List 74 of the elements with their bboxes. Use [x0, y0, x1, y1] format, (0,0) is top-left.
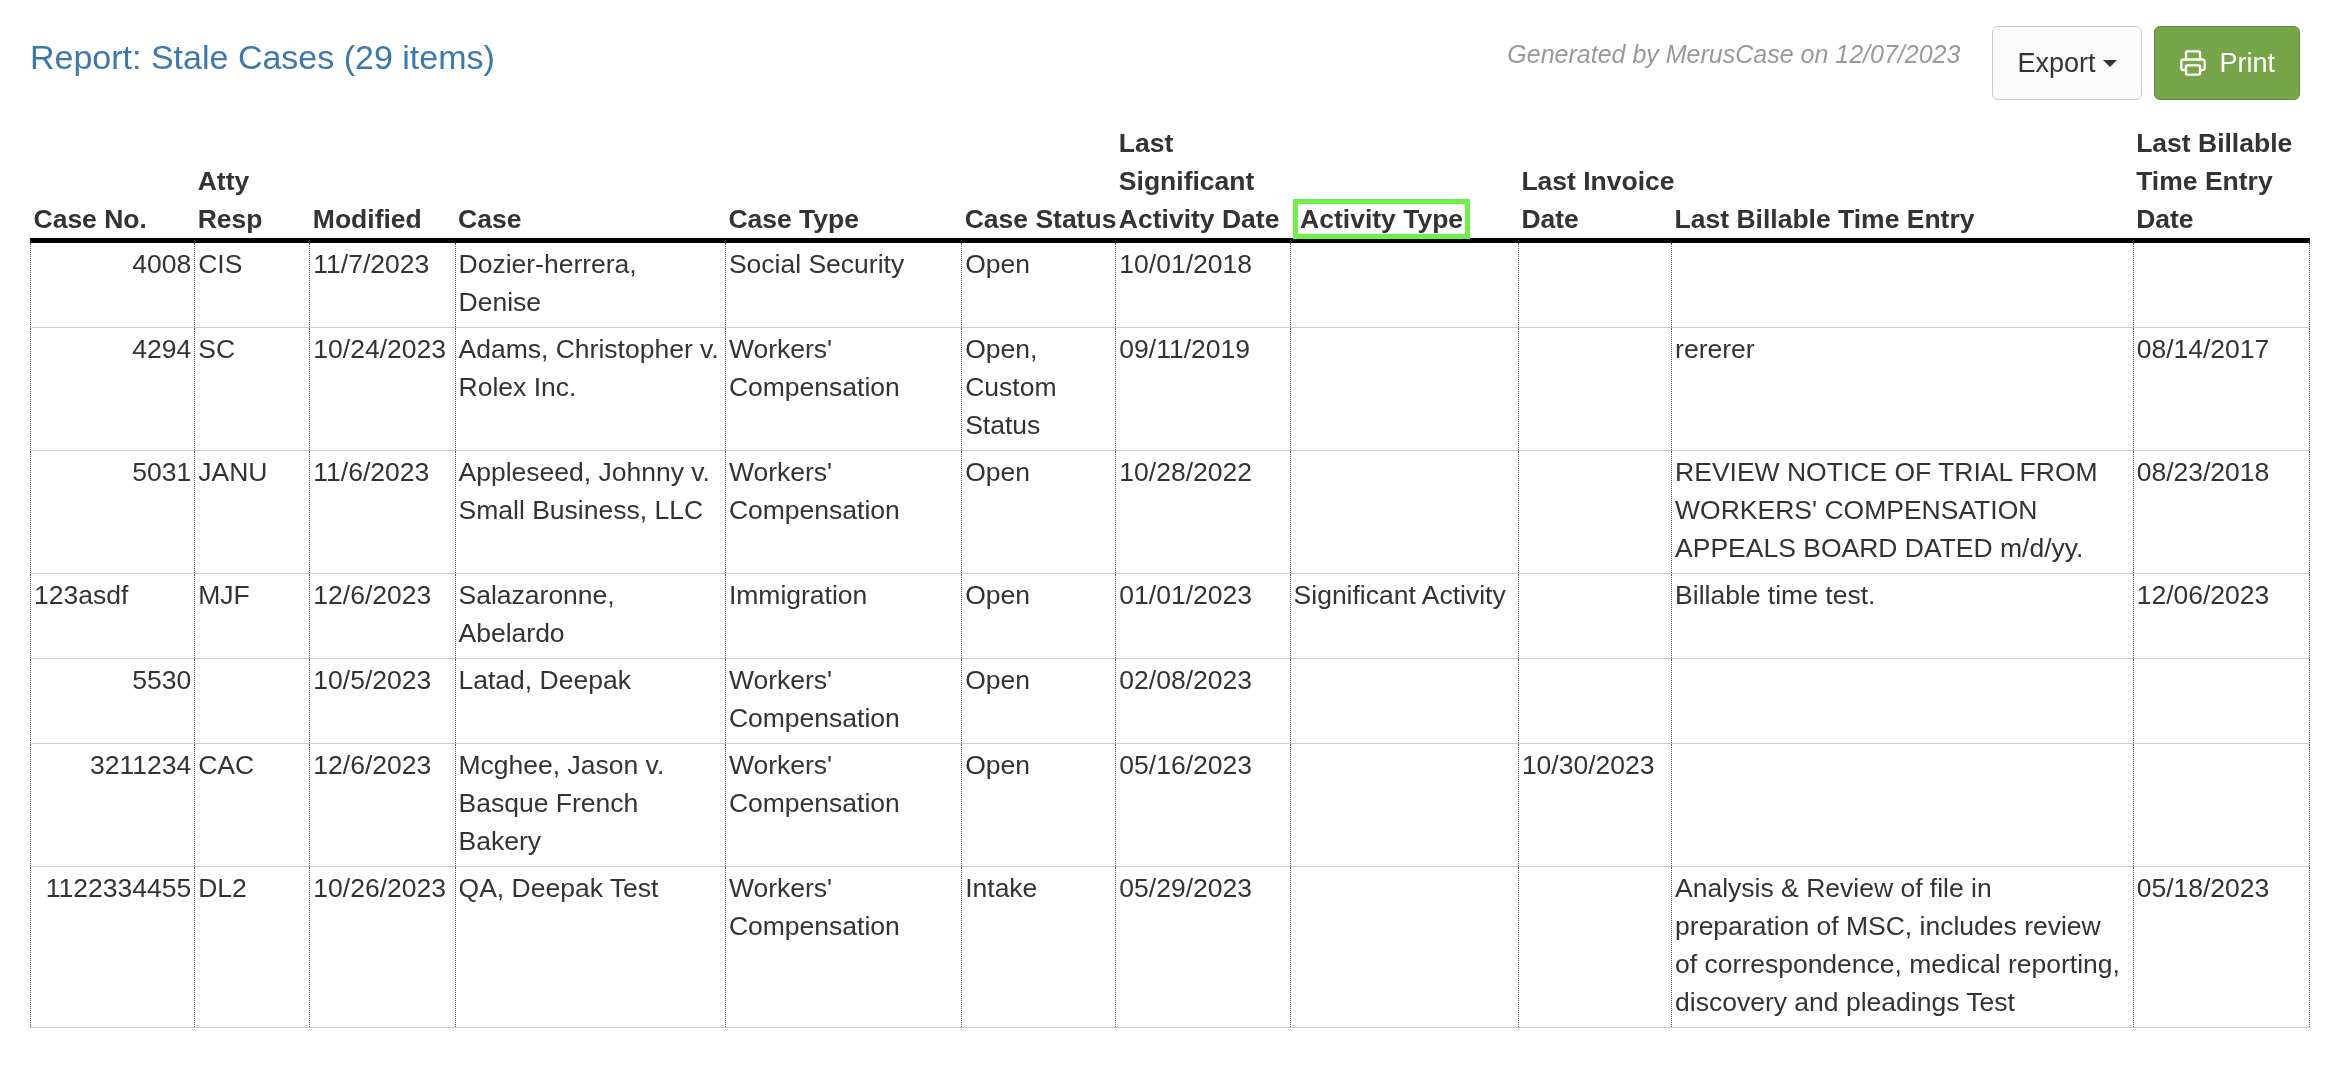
table-cell: 08/14/2017: [2133, 327, 2310, 451]
table-cell: DL2: [194, 866, 310, 1028]
table-cell: Social Security: [725, 240, 962, 328]
table-cell: MJF: [194, 573, 310, 659]
table-cell: 01/01/2023: [1115, 573, 1291, 659]
table-cell: 12/6/2023: [309, 573, 456, 659]
table-cell: 1122334455: [30, 866, 195, 1028]
table-cell: Mcghee, Jason v. Basque French Bakery: [455, 743, 726, 867]
table-cell: Workers' Compensation: [725, 327, 962, 451]
table-cell: Analysis & Review of file in preparation of MSC, includes review of correspondence, medical reporting, discovery and pleadings Test: [1671, 866, 2134, 1028]
table-cell: SC: [194, 327, 310, 451]
column-header: Modified: [312, 203, 422, 236]
generated-note: Generated by MerusCase on 12/07/2023: [1507, 39, 1961, 70]
table-cell: JANU: [194, 450, 310, 574]
column-header: Case No.: [33, 203, 147, 236]
table-cell: Workers' Compensation: [725, 743, 962, 867]
table-cell: 10/30/2023: [1518, 743, 1672, 867]
table-cell: 4008: [30, 240, 195, 328]
table-cell: 5031: [30, 450, 195, 574]
table-cell: Intake: [961, 866, 1116, 1028]
caret-icon: [2103, 59, 2118, 67]
table-cell: 10/01/2018: [1115, 240, 1291, 328]
table-cell: rererer: [1671, 327, 2134, 451]
table-cell: Adams, Christopher v. Rolex Inc.: [455, 327, 726, 451]
table-cell: Open: [961, 743, 1116, 867]
column-header: Last Invoice Date: [1521, 165, 1675, 236]
table-cell: 05/18/2023: [2133, 866, 2310, 1028]
column-header: Last Significant Activity Date: [1118, 127, 1280, 236]
column-header: Case Type: [728, 203, 859, 236]
table-cell: 08/23/2018: [2133, 450, 2310, 574]
table-cell: Workers' Compensation: [725, 658, 962, 744]
table-cell: CIS: [194, 240, 310, 328]
table-cell: 11/6/2023: [309, 450, 456, 574]
printer-icon: [2179, 49, 2208, 77]
table-cell: 10/26/2023: [309, 866, 456, 1028]
table-cell: 10/24/2023: [309, 327, 456, 451]
column-header: Case Status: [964, 203, 1117, 236]
column-header: Last Billable Time Entry: [1674, 203, 1975, 236]
table-cell: 123asdf: [30, 573, 195, 659]
table-cell: Workers' Compensation: [725, 450, 962, 574]
table-cell: QA, Deepak Test: [455, 866, 726, 1028]
table-cell: Latad, Deepak: [455, 658, 726, 744]
table-cell: CAC: [194, 743, 310, 867]
table-cell: Open: [961, 658, 1116, 744]
table-cell: Open: [961, 573, 1116, 659]
table-cell: 02/08/2023: [1115, 658, 1291, 744]
column-header: Last Billable Time Entry Date: [2136, 127, 2293, 236]
column-header: Atty Resp: [197, 165, 263, 236]
column-header: Activity Type: [1293, 199, 1471, 239]
table-cell: 12/06/2023: [2133, 573, 2310, 659]
table-cell: Open: [961, 240, 1116, 328]
table-cell: 3211234: [30, 743, 195, 867]
table-cell: 05/16/2023: [1115, 743, 1291, 867]
table-cell: Immigration: [725, 573, 962, 659]
table-cell: 12/6/2023: [309, 743, 456, 867]
column-header: Case: [458, 203, 522, 236]
table-cell: 10/28/2022: [1115, 450, 1291, 574]
table-cell: Open: [961, 450, 1116, 574]
table-cell: 4294: [30, 327, 195, 451]
report-title: Report: Stale Cases (29 items): [30, 37, 495, 78]
table-cell: 5530: [30, 658, 195, 744]
export-button[interactable]: Export: [1992, 26, 2143, 100]
table-cell: 09/11/2019: [1115, 327, 1291, 451]
table-cell: Appleseed, Johnny v. Small Business, LLC: [455, 450, 726, 574]
table-cell: Significant Activity: [1290, 573, 1519, 659]
table-cell: 11/7/2023: [309, 240, 456, 328]
table-cell: Salazaronne, Abelardo: [455, 573, 726, 659]
table-cell: Billable time test.: [1671, 573, 2134, 659]
table-cell: 10/5/2023: [309, 658, 456, 744]
table-cell: REVIEW NOTICE OF TRIAL FROM WORKERS' COMPENSATION APPEALS BOARD DATED m/d/yy.: [1671, 450, 2134, 574]
table-cell: Open, Custom Status: [961, 327, 1116, 451]
table-cell: 05/29/2023: [1115, 866, 1291, 1028]
table-cell: Workers' Compensation: [725, 866, 962, 1028]
table-cell: Dozier-herrera, Denise: [455, 240, 726, 328]
